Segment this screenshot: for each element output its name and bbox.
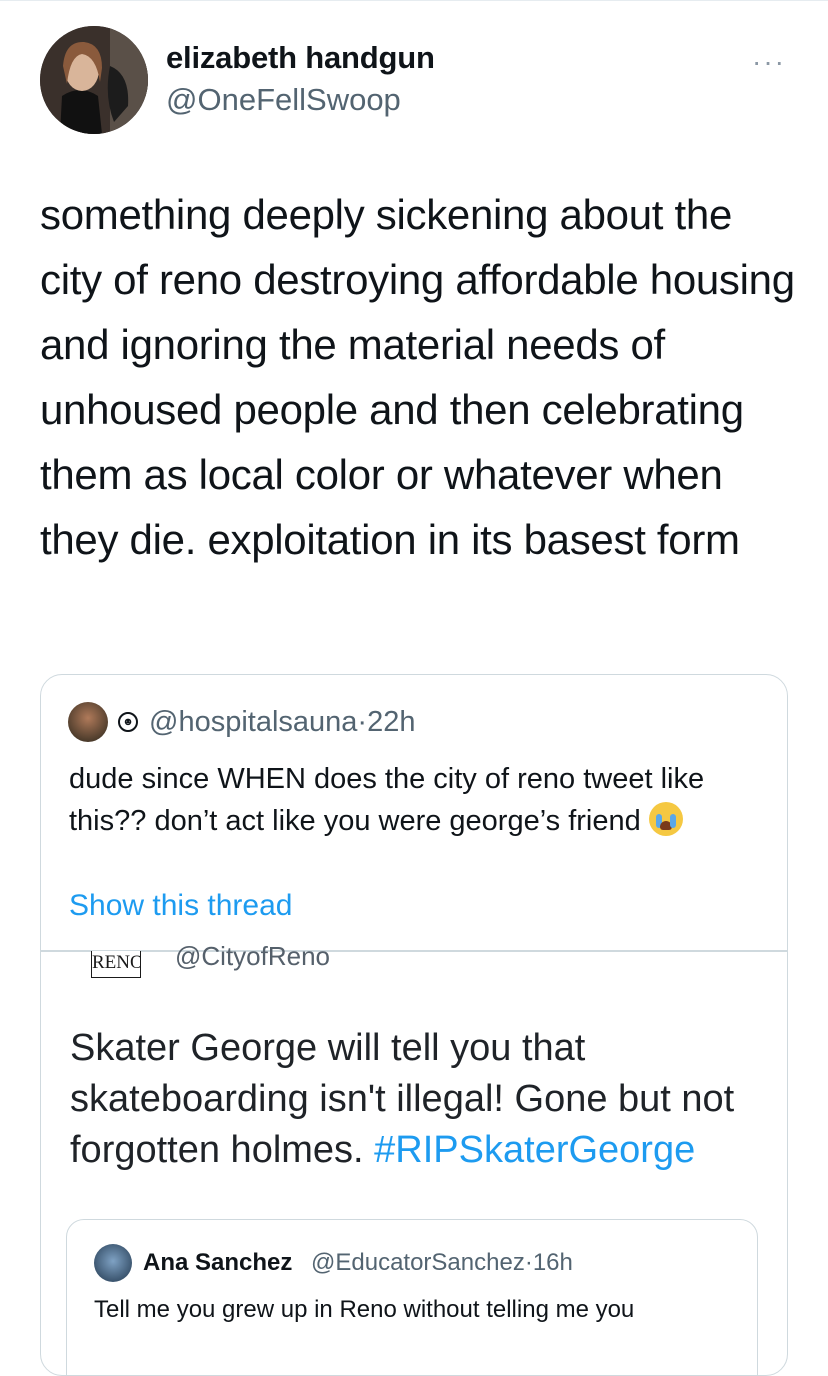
more-options-icon[interactable]: ··· [752,46,786,78]
top-divider [0,0,828,1]
city-of-reno-logo: RENO [91,951,141,978]
hashtag-link[interactable]: #RIPSkaterGeorge [374,1129,695,1171]
quote-text-body: dude since WHEN does the city of reno tw… [69,763,705,837]
show-thread-link[interactable]: Show this thread [69,889,292,923]
quote-author-avatar [68,702,108,742]
nested-quote-card[interactable]: Ana Sanchez @EducatorSanchez·16h Tell me… [66,1219,758,1375]
quote-divider [41,950,787,952]
embedded-tweet-text: Skater George will tell you that skatebo… [70,1023,770,1176]
quote-timestamp: 22h [367,706,416,738]
author-avatar-photo [40,26,148,134]
nested-meta-separator: · [524,1249,533,1276]
author-handle[interactable]: @OneFellSwoop [166,82,401,118]
author-avatar[interactable] [40,26,148,134]
embedded-author-handle: @CityofReno [175,941,331,971]
quote-author-handle: @hospitalsauna [149,706,358,738]
smiley-badge-icon: ☻ [118,712,138,732]
quote-tweet-card[interactable]: ☻ @hospitalsauna·22h dude since WHEN doe… [40,674,788,1376]
nested-author-name: Ana Sanchez [143,1249,293,1276]
nested-timestamp: 16h [532,1249,573,1276]
loudly-crying-face-icon [648,802,683,836]
nested-author-avatar [94,1244,132,1282]
tweet-text: something deeply sickening about the cit… [40,191,795,563]
author-name[interactable]: elizabeth handgun [166,40,435,76]
nested-author-handle: @EducatorSanchez [311,1249,525,1276]
nested-author-meta: @EducatorSanchez·16h [311,1249,573,1277]
quote-text: dude since WHEN does the city of reno tw… [69,758,749,842]
quote-meta-separator: · [357,706,368,738]
quote-author-meta: @hospitalsauna·22h [149,706,415,739]
